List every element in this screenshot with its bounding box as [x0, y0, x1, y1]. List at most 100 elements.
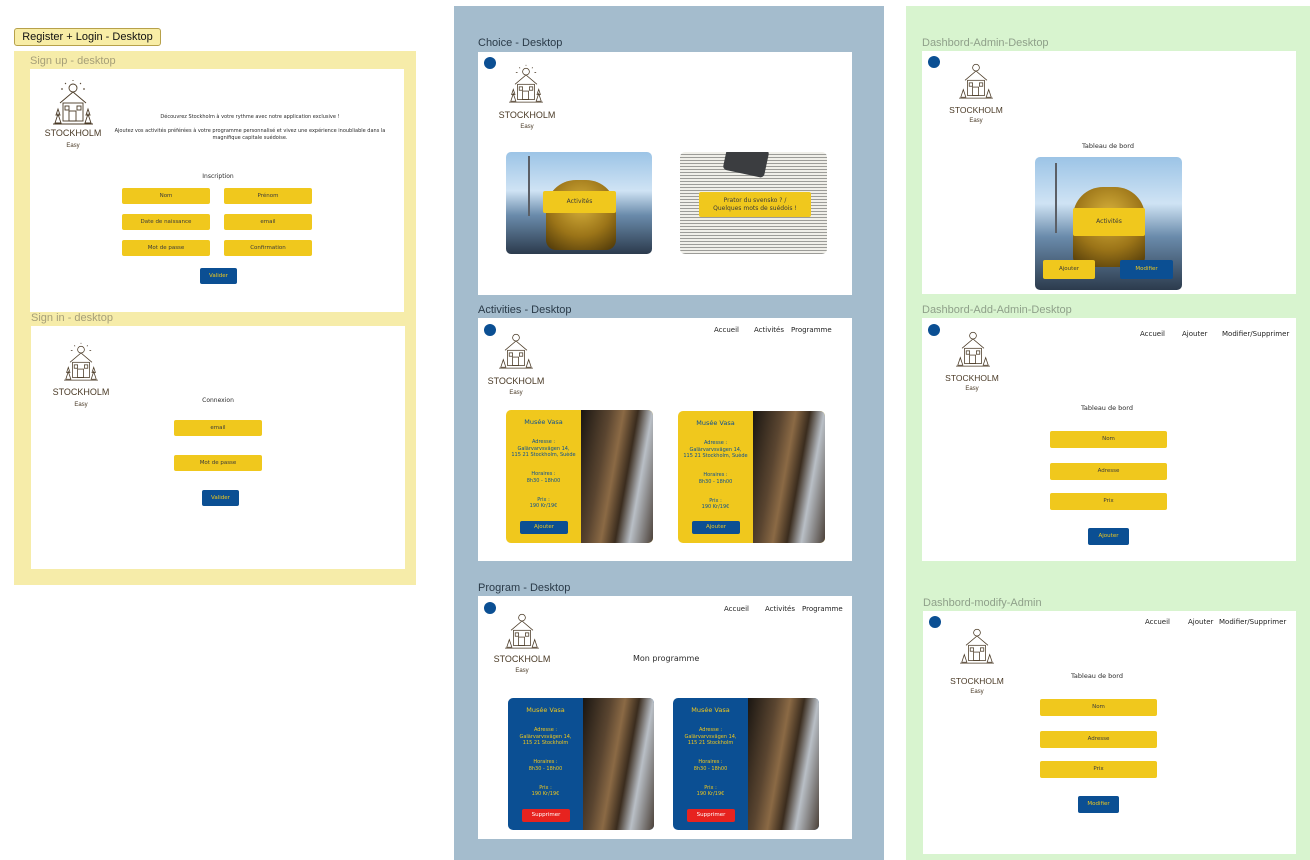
add-address-field[interactable]: Adresse [1050, 463, 1167, 480]
museum-name: Musée Vasa [526, 706, 565, 714]
vasa-ship-photo [581, 410, 653, 543]
signup-name-field[interactable]: Nom [122, 188, 210, 204]
logo-name: STOCKHOLM [945, 373, 999, 383]
nav-modify-delete-link[interactable]: Modifier/Supprimer [1219, 618, 1286, 626]
choice-swedish-line1: Prator du svensko ? / [723, 197, 787, 204]
logo-name: STOCKHOLM [498, 110, 556, 120]
signup-frame-label[interactable]: Sign up - desktop [30, 55, 116, 67]
add-name-field[interactable]: Nom [1050, 431, 1167, 448]
museum-address-label: Adresse : [533, 726, 558, 733]
museum-address-label: Adresse : [531, 438, 556, 445]
ship-mast [528, 156, 530, 216]
museum-hours-label: Horaires : [703, 472, 728, 479]
signin-frame: STOCKHOLM Easy Connexion email Mot de pa… [31, 326, 405, 569]
nav-home-link[interactable]: Accueil [1140, 330, 1165, 338]
menu-dot-icon[interactable] [484, 57, 496, 69]
add-price-field[interactable]: Prix [1050, 493, 1167, 510]
add-submit-button[interactable]: Ajouter [1088, 528, 1129, 545]
nav-program-link[interactable]: Programme [791, 326, 832, 334]
signup-intro-2a: Ajoutez vos activités préférées à votre … [114, 128, 386, 134]
dash-admin-frame-label[interactable]: Dashbord-Admin-Desktop [922, 37, 1049, 49]
nav-home-link[interactable]: Accueil [1145, 618, 1170, 626]
program-title: Mon programme [633, 654, 700, 663]
logo-tagline: Easy [969, 118, 983, 124]
signin-email-field[interactable]: email [174, 420, 262, 436]
signup-firstname-field[interactable]: Prénom [224, 188, 312, 204]
menu-dot-icon[interactable] [928, 56, 940, 68]
logo-name: STOCKHOLM [949, 105, 1003, 115]
signup-birthdate-field[interactable]: Date de naissance [122, 214, 210, 230]
menu-dot-icon[interactable] [928, 324, 940, 336]
signup-password-field[interactable]: Mot de passe [122, 240, 210, 256]
signin-password-field[interactable]: Mot de passe [174, 455, 262, 471]
program-card-info: Musée Vasa Adresse : Galärvarvsvägen 14,… [673, 698, 748, 830]
nav-activities-link[interactable]: Activités [754, 326, 784, 334]
logo-tagline: Easy [509, 390, 523, 396]
modify-price-field[interactable]: Prix [1040, 761, 1157, 778]
modify-name-field[interactable]: Nom [1040, 699, 1157, 716]
program-frame: STOCKHOLM Easy Accueil Activités Program… [478, 596, 852, 839]
signin-frame-label[interactable]: Sign in - desktop [31, 312, 113, 324]
museum-price: 190 Kr/19€ [531, 791, 560, 798]
signin-submit-button[interactable]: Valider [202, 490, 239, 506]
stockholm-logo-icon [499, 333, 533, 369]
program-frame-label[interactable]: Program - Desktop [478, 582, 570, 594]
logo-name: STOCKHOLM [487, 376, 545, 386]
museum-address-line1: Galärvarvsvägen 14, [684, 733, 737, 740]
museum-price: 190 Kr/19€ [529, 503, 558, 510]
activity-card-info: Musée Vasa Adresse : Galärvarvsvägen 14,… [506, 410, 581, 543]
nav-add-link[interactable]: Ajouter [1182, 330, 1207, 338]
add-activity-button[interactable]: Ajouter [692, 521, 740, 534]
phone-shape [722, 152, 770, 179]
dash-modify-button[interactable]: Modifier [1120, 260, 1173, 279]
activity-card: Musée Vasa Adresse : Galärvarvsvägen 14,… [506, 410, 653, 543]
program-card: Musée Vasa Adresse : Galärvarvsvägen 14,… [508, 698, 654, 830]
delete-activity-button[interactable]: Supprimer [687, 809, 735, 822]
dashboard-title: Tableau de bord [1082, 142, 1134, 150]
signin-heading: Connexion [202, 397, 234, 404]
logo-name: STOCKHOLM [52, 387, 110, 397]
museum-hours: 8h30 - 18h00 [528, 765, 563, 772]
signup-frame: STOCKHOLM Easy Découvrez Stockholm à vot… [30, 69, 404, 312]
menu-dot-icon[interactable] [484, 602, 496, 614]
stockholm-logo-icon [64, 342, 98, 381]
museum-name: Musée Vasa [696, 419, 735, 427]
museum-price-label: Prix : [539, 784, 552, 791]
modify-submit-button[interactable]: Modifier [1078, 796, 1119, 813]
dash-activities-button[interactable]: Activités [1073, 208, 1145, 236]
logo-name: STOCKHOLM [493, 654, 551, 664]
signup-email-field[interactable]: email [224, 214, 312, 230]
signup-confirm-field[interactable]: Confirmation [224, 240, 312, 256]
delete-activity-button[interactable]: Supprimer [522, 809, 570, 822]
signup-submit-button[interactable]: Valider [200, 268, 237, 284]
museum-address-label: Adresse : [698, 726, 723, 733]
menu-dot-icon[interactable] [929, 616, 941, 628]
dash-modify-frame-label[interactable]: Dashbord-modify-Admin [923, 597, 1042, 609]
nav-home-link[interactable]: Accueil [714, 326, 739, 334]
menu-dot-icon[interactable] [484, 324, 496, 336]
museum-hours: 8h30 - 18h00 [698, 478, 733, 485]
nav-add-link[interactable]: Ajouter [1188, 618, 1213, 626]
dash-add-button[interactable]: Ajouter [1043, 260, 1095, 279]
activities-frame-label[interactable]: Activities - Desktop [478, 304, 572, 316]
vasa-ship-photo [748, 698, 819, 830]
nav-program-link[interactable]: Programme [802, 605, 843, 613]
dash-add-frame-label[interactable]: Dashbord-Add-Admin-Desktop [922, 304, 1072, 316]
activity-card: Musée Vasa Adresse : Galärvarvsvägen 14,… [678, 411, 825, 543]
nav-home-link[interactable]: Accueil [724, 605, 749, 613]
logo-tagline: Easy [970, 689, 984, 695]
nav-modify-delete-link[interactable]: Modifier/Supprimer [1222, 330, 1289, 338]
choice-activities-button[interactable]: Activités [543, 191, 616, 213]
logo-tagline: Easy [515, 668, 529, 674]
museum-hours: 8h30 - 18h00 [526, 477, 561, 484]
nav-activities-link[interactable]: Activités [765, 605, 795, 613]
logo-tagline: Easy [520, 124, 534, 130]
logo-tagline: Easy [66, 143, 80, 149]
museum-address-label: Adresse : [703, 439, 728, 446]
logo-name: STOCKHOLM [44, 128, 102, 138]
choice-frame-label[interactable]: Choice - Desktop [478, 37, 562, 49]
register-login-group-label[interactable]: Register + Login - Desktop [14, 28, 161, 46]
choice-swedish-button[interactable]: Prator du svensko ? / Quelques mots de s… [699, 192, 811, 217]
add-activity-button[interactable]: Ajouter [520, 521, 568, 534]
modify-address-field[interactable]: Adresse [1040, 731, 1157, 748]
